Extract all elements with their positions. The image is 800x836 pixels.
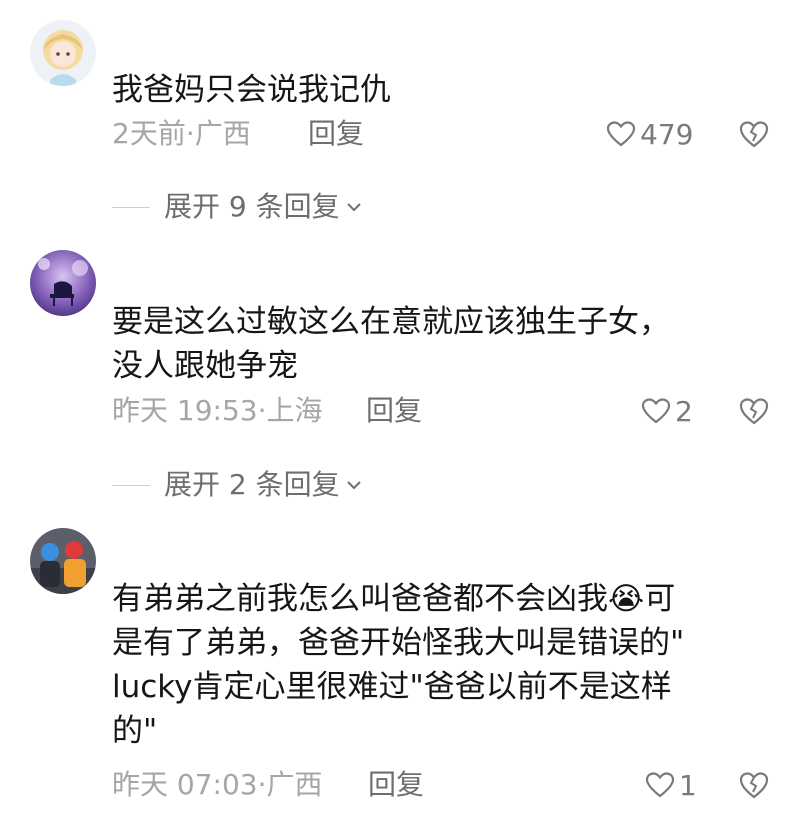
like-count: 2 [675, 394, 693, 428]
like-button[interactable]: 2 [641, 391, 693, 431]
expand-replies-label: 展开 9 条回复 [164, 190, 340, 223]
chevron-down-icon [346, 203, 361, 212]
like-count: 479 [640, 117, 694, 151]
reply-button[interactable]: 回复 [366, 391, 422, 431]
avatar[interactable] [30, 20, 96, 86]
comment-time-location: 2天前·广西 [112, 117, 251, 150]
heart-outline-icon [641, 398, 671, 424]
divider-line [112, 206, 150, 208]
dislike-button[interactable] [738, 395, 770, 427]
comment-text: 我爸妈只会说我记仇 [112, 72, 391, 108]
chevron-down-icon [346, 481, 361, 490]
broken-heart-icon [739, 398, 769, 425]
expand-replies-button[interactable]: 展开 2 条回复 [112, 465, 364, 505]
like-button[interactable]: 1 [645, 765, 697, 805]
like-count: 1 [679, 768, 697, 802]
expand-replies-label: 展开 2 条回复 [164, 468, 340, 501]
comment-time-location: 昨天 19:53·上海 [112, 394, 323, 427]
expand-replies-button[interactable]: 展开 9 条回复 [112, 187, 364, 227]
avatar[interactable] [30, 528, 96, 594]
broken-heart-icon [739, 772, 769, 799]
broken-heart-icon [739, 121, 769, 148]
dislike-button[interactable] [738, 118, 770, 150]
like-button[interactable]: 479 [606, 114, 693, 154]
reply-button[interactable]: 回复 [368, 765, 424, 805]
comment-time-location: 昨天 07:03·广西 [112, 768, 323, 801]
heart-outline-icon [645, 772, 675, 798]
avatar[interactable] [30, 250, 96, 316]
heart-outline-icon [606, 121, 636, 147]
comment-text: 有弟弟之前我怎么叫爸爸都不会凶我😭可 是有了弟弟，爸爸开始怪我大叫是错误的" l… [112, 581, 685, 749]
dislike-button[interactable] [738, 769, 770, 801]
divider-line [112, 484, 150, 486]
comment-text: 要是这么过敏这么在意就应该独生子女， 没人跟她争宠 [112, 304, 670, 384]
reply-button[interactable]: 回复 [308, 114, 364, 154]
